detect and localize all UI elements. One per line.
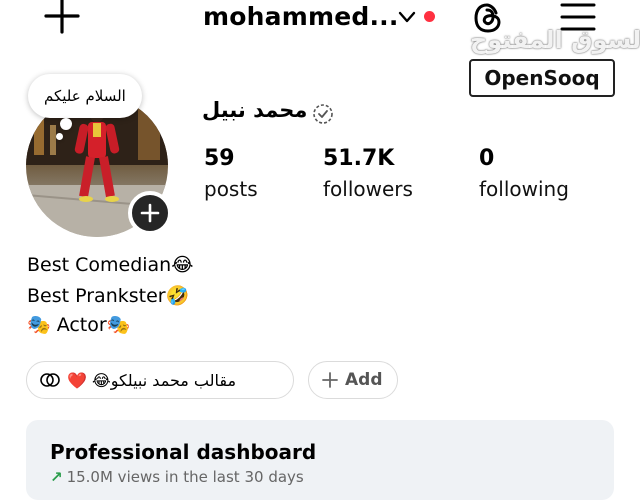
bio-line: Best Comedian😂 (27, 254, 194, 276)
add-label: Add (345, 370, 383, 390)
profile-note[interactable]: السلام عليكم (28, 74, 142, 118)
threads-link-text: مقالب محمد نبيلكو😂 ❤️ (67, 370, 237, 390)
watermark-arabic: السوق المفتوح (470, 26, 640, 54)
note-tail (56, 133, 63, 140)
dashboard-subtitle: ↗ 15.0M views in the last 30 days (50, 468, 304, 486)
posts-label[interactable]: posts (204, 177, 258, 201)
bio-line: 🎭 Actor🎭 (27, 314, 131, 336)
note-tail (60, 118, 72, 130)
add-story-button[interactable] (128, 191, 172, 235)
account-username[interactable]: mohammed... (203, 2, 399, 31)
dashboard-views-text: 15.0M views in the last 30 days (66, 468, 304, 486)
threads-chip-icon (40, 373, 60, 387)
followers-label[interactable]: followers (323, 177, 413, 201)
following-count[interactable]: 0 (479, 146, 494, 171)
trend-up-icon: ↗ (50, 468, 63, 486)
followers-count[interactable]: 51.7K (323, 146, 394, 171)
create-button[interactable] (42, 0, 82, 34)
following-label[interactable]: following (479, 177, 569, 201)
account-switcher[interactable] (396, 6, 418, 28)
badge-check-icon (313, 104, 333, 124)
profile-full-name: محمد نبيل (202, 98, 308, 122)
bio-line: Best Prankster🤣 (27, 285, 190, 307)
chevron-down-icon (398, 11, 416, 23)
verification-badge[interactable] (312, 103, 334, 125)
posts-count[interactable]: 59 (204, 146, 235, 171)
watermark-logo: OpenSooq (469, 59, 615, 97)
plus-icon (140, 203, 160, 223)
plus-icon (44, 0, 80, 34)
dashboard-title: Professional dashboard (50, 440, 317, 464)
plus-icon (322, 372, 338, 388)
notification-dot (424, 11, 435, 22)
threads-link-chip[interactable]: مقالب محمد نبيلكو😂 ❤️ (26, 361, 294, 399)
add-button[interactable]: Add (308, 361, 398, 399)
